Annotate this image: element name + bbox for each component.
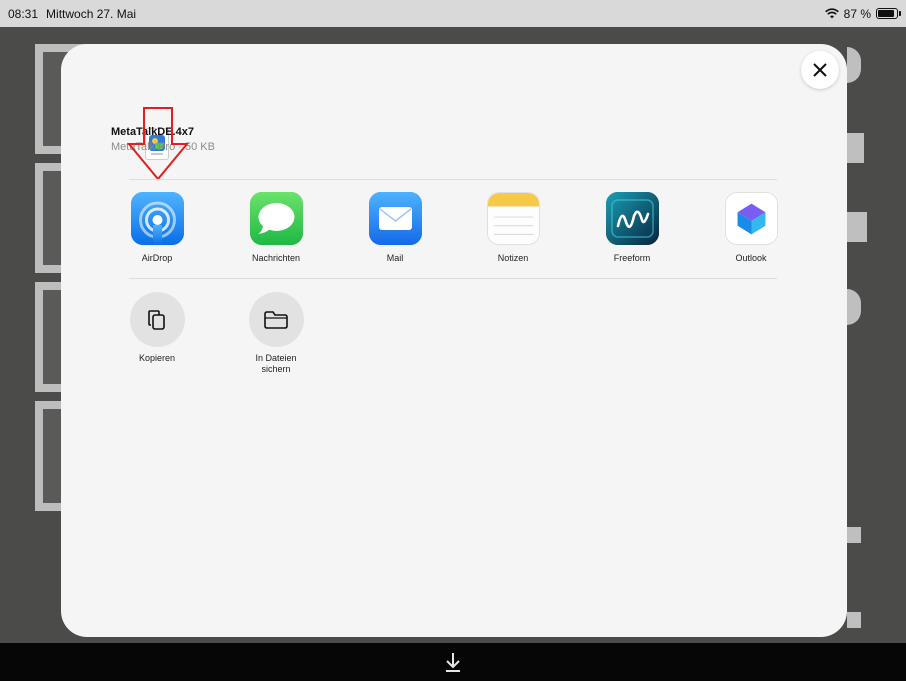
status-bar: 08:31 Mittwoch 27. Mai 87 % bbox=[0, 0, 906, 27]
airdrop-icon bbox=[130, 192, 184, 245]
status-date: Mittwoch 27. Mai bbox=[46, 6, 137, 21]
close-icon bbox=[813, 63, 827, 77]
status-time: 08:31 bbox=[8, 6, 39, 21]
download-arrow-icon[interactable] bbox=[444, 651, 462, 673]
freeform-icon bbox=[605, 192, 659, 245]
share-app-label: AirDrop bbox=[141, 253, 173, 263]
divider bbox=[129, 278, 777, 279]
battery-fill bbox=[878, 10, 894, 17]
battery-percent: 87 % bbox=[843, 6, 871, 21]
copy-icon bbox=[129, 292, 185, 347]
close-button[interactable] bbox=[801, 51, 839, 89]
share-app-label: Nachrichten bbox=[251, 253, 301, 263]
battery-icon bbox=[876, 8, 901, 19]
bottom-toolbar bbox=[0, 643, 906, 681]
background-button bbox=[847, 612, 861, 628]
action-copy[interactable]: Kopieren bbox=[112, 292, 202, 364]
background-button bbox=[847, 133, 864, 163]
action-save-to-files[interactable]: In Dateien sichern bbox=[231, 292, 321, 375]
messages-icon bbox=[249, 192, 303, 245]
background-button bbox=[847, 47, 861, 83]
background-button bbox=[847, 527, 861, 543]
share-app-messages[interactable]: Nachrichten bbox=[231, 192, 321, 263]
action-label: In Dateien sichern bbox=[255, 353, 297, 374]
share-app-airdrop[interactable]: AirDrop bbox=[112, 192, 202, 263]
share-app-label: Mail bbox=[386, 253, 404, 263]
folder-icon bbox=[248, 292, 304, 347]
outlook-icon bbox=[724, 192, 778, 245]
share-app-label: Freeform bbox=[613, 253, 651, 263]
notes-icon bbox=[486, 192, 540, 245]
share-app-mail[interactable]: Mail bbox=[350, 192, 440, 263]
share-app-freeform[interactable]: Freeform bbox=[587, 192, 677, 263]
background-button bbox=[847, 212, 867, 242]
action-label: Kopieren bbox=[138, 353, 176, 363]
share-sheet: MetaTalkDE.4x7 MetaTalk Pro · 50 KB AirD… bbox=[61, 44, 847, 637]
annotation-arrow-icon bbox=[127, 107, 189, 181]
share-app-notes[interactable]: Notizen bbox=[468, 192, 558, 263]
mail-icon bbox=[368, 192, 422, 245]
share-app-label: Outlook bbox=[735, 253, 767, 263]
divider bbox=[129, 179, 777, 180]
share-app-label: Notizen bbox=[497, 253, 529, 263]
background-button bbox=[847, 289, 861, 325]
wifi-icon bbox=[824, 8, 839, 19]
share-app-outlook[interactable]: Outlook bbox=[706, 192, 796, 263]
